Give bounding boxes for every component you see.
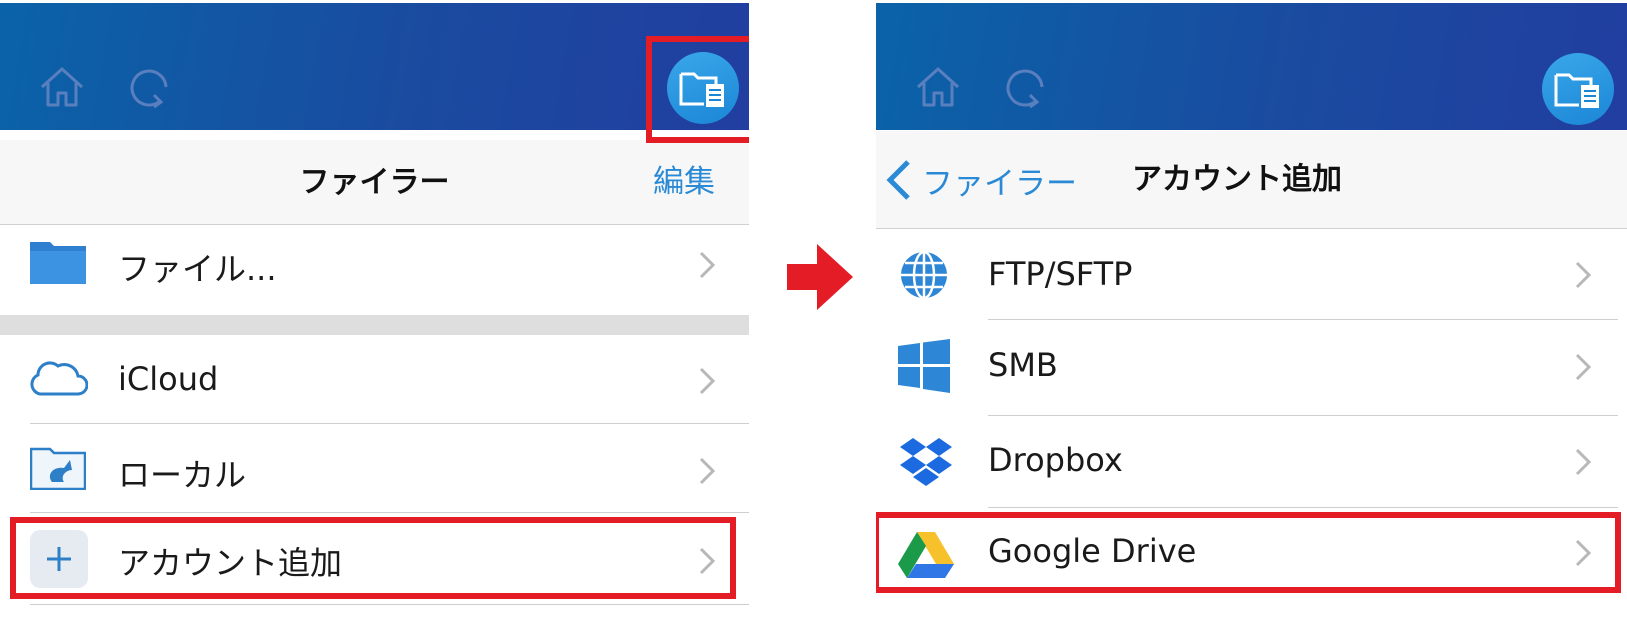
highlight-filer-button	[646, 36, 749, 143]
next-step-arrow-icon	[787, 244, 853, 310]
back-label: ファイラー	[922, 165, 1077, 202]
chevron-right-icon	[1575, 261, 1592, 289]
section-divider	[0, 315, 749, 335]
list-item-ftp-sftp[interactable]: FTP/SFTP	[876, 230, 1627, 320]
windows-icon	[896, 338, 952, 394]
back-button[interactable]: ファイラー	[884, 131, 1077, 229]
row-label: ローカル	[118, 456, 247, 494]
list-item-local[interactable]: ローカル	[0, 424, 749, 512]
edit-button[interactable]: 編集	[653, 140, 715, 225]
chevron-right-icon	[699, 457, 716, 485]
row-label: SMB	[988, 346, 1058, 384]
page-title: ファイラー	[299, 165, 450, 200]
refresh-icon[interactable]	[1000, 61, 1052, 113]
home-icon[interactable]	[912, 61, 964, 113]
row-label: FTP/SFTP	[988, 255, 1133, 293]
local-folder-icon	[30, 446, 86, 490]
list-item-files[interactable]: ファイル...	[0, 226, 749, 304]
chevron-right-icon	[699, 367, 716, 395]
app-toolbar	[876, 3, 1627, 130]
app-toolbar	[0, 3, 749, 130]
dropbox-icon	[898, 436, 954, 488]
row-label: Dropbox	[988, 441, 1123, 479]
filer-button[interactable]	[1542, 53, 1614, 125]
row-separator	[988, 507, 1618, 508]
chevron-right-icon	[1575, 448, 1592, 476]
list-item-smb[interactable]: SMB	[876, 320, 1627, 416]
chevron-left-icon	[886, 160, 910, 200]
globe-icon	[898, 249, 950, 301]
navigation-bar: ファイラー アカウント追加	[876, 131, 1627, 229]
cloud-icon	[28, 358, 88, 398]
row-label: iCloud	[118, 360, 219, 398]
list-item-icloud[interactable]: iCloud	[0, 336, 749, 422]
home-icon[interactable]	[36, 61, 88, 113]
folder-icon	[30, 238, 86, 284]
highlight-google-drive	[876, 512, 1621, 593]
page-title: アカウント追加	[1132, 162, 1342, 197]
chevron-right-icon	[699, 251, 716, 279]
chevron-right-icon	[1575, 353, 1592, 381]
left-screen: ファイラー 編集 ファイル... iCloud ローカル アカウント追加	[0, 0, 749, 623]
row-separator	[30, 512, 749, 513]
refresh-icon[interactable]	[124, 61, 176, 113]
highlight-add-account	[10, 517, 736, 599]
list-item-dropbox[interactable]: Dropbox	[876, 416, 1627, 508]
filer-folder-icon	[1554, 73, 1599, 108]
navigation-bar: ファイラー 編集	[0, 140, 749, 225]
row-label: ファイル...	[118, 250, 277, 288]
right-screen: ファイラー アカウント追加 FTP/SFTP SMB Dropbox Googl…	[876, 0, 1627, 623]
row-separator	[30, 604, 749, 605]
